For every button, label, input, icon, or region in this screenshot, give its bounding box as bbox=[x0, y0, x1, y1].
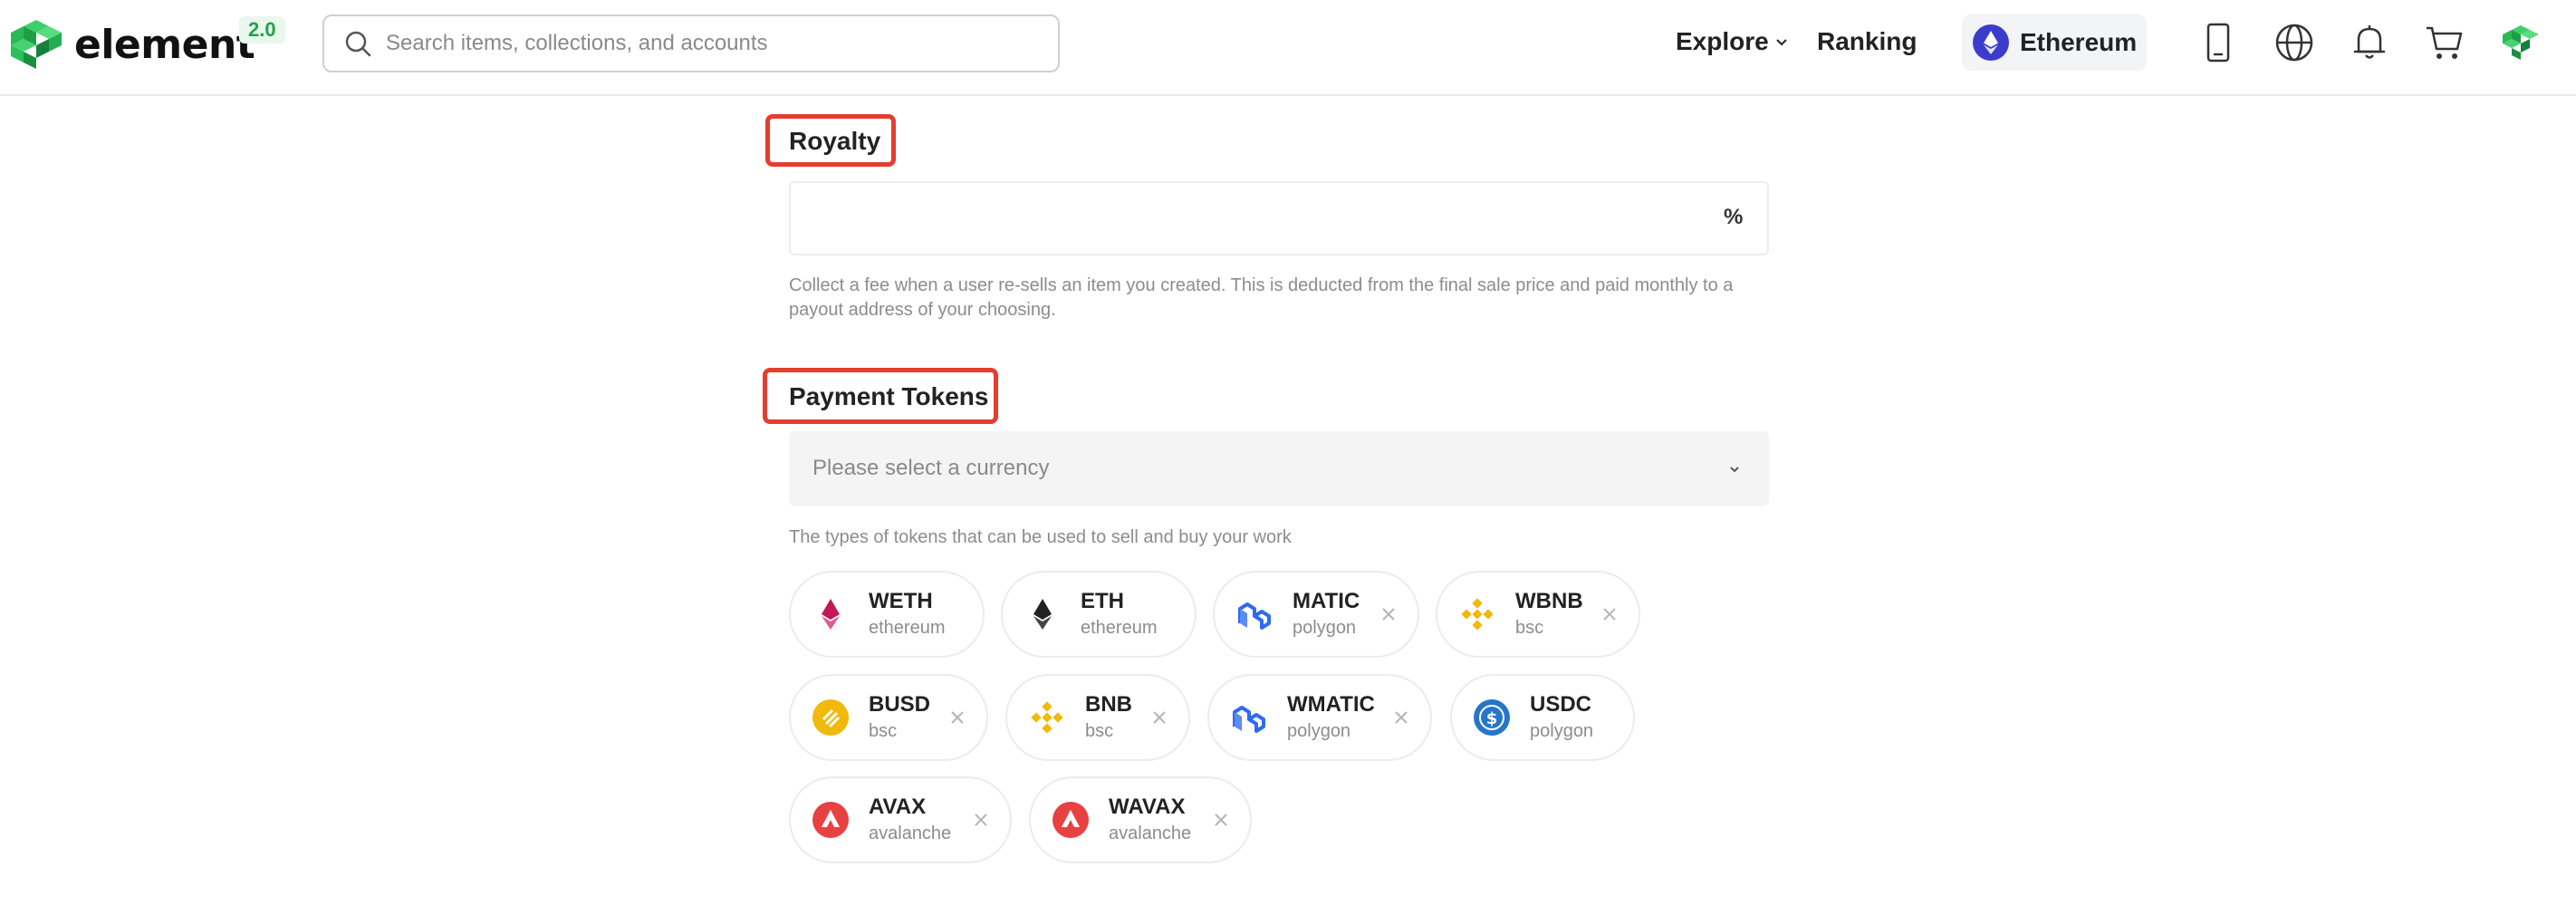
payment-tokens-help-text: The types of tokens that can be used to … bbox=[789, 527, 1292, 547]
nav-explore-label: Explore bbox=[1676, 27, 1769, 55]
avatar-icon[interactable] bbox=[2500, 22, 2542, 63]
avax-icon bbox=[812, 802, 849, 838]
busd-icon bbox=[812, 699, 849, 736]
token-chip-bnb[interactable]: BNB bsc bbox=[1005, 674, 1190, 761]
token-symbol: WAVAX bbox=[1109, 795, 1186, 819]
search-input[interactable] bbox=[386, 31, 1038, 56]
remove-token-icon[interactable] bbox=[1212, 811, 1230, 829]
wbnb-icon bbox=[1461, 598, 1494, 631]
token-chip-wavax[interactable]: WAVAX avalanche bbox=[1029, 776, 1252, 863]
remove-token-icon[interactable] bbox=[1600, 605, 1619, 623]
svg-text:$: $ bbox=[1486, 709, 1498, 728]
remove-token-icon[interactable] bbox=[972, 811, 990, 829]
currency-select[interactable]: Please select a currency bbox=[789, 431, 1769, 506]
token-chip-busd[interactable]: BUSD bsc bbox=[789, 674, 988, 761]
currency-select-placeholder: Please select a currency bbox=[812, 456, 1050, 480]
token-network: bsc bbox=[1515, 618, 1544, 638]
token-network: polygon bbox=[1530, 721, 1594, 741]
token-symbol: ETH bbox=[1081, 589, 1124, 613]
matic-icon bbox=[1238, 602, 1271, 630]
element-logo-icon bbox=[11, 20, 62, 69]
payment-tokens-title: Payment Tokens bbox=[789, 382, 989, 410]
royalty-unit: % bbox=[1724, 205, 1744, 229]
remove-token-icon[interactable] bbox=[1392, 708, 1410, 727]
remove-token-icon[interactable] bbox=[1150, 708, 1168, 727]
chevron-down-icon bbox=[1775, 39, 1787, 46]
nav-explore[interactable]: Explore bbox=[1676, 27, 1789, 56]
token-symbol: USDC bbox=[1530, 692, 1592, 717]
mobile-icon[interactable] bbox=[2197, 22, 2239, 63]
token-chip-wbnb[interactable]: WBNB bsc bbox=[1436, 571, 1640, 658]
search-icon bbox=[345, 31, 371, 57]
token-symbol: AVAX bbox=[869, 795, 927, 819]
remove-token-icon[interactable] bbox=[1379, 605, 1398, 623]
eth-icon bbox=[1033, 599, 1052, 630]
globe-icon[interactable] bbox=[2273, 22, 2315, 63]
chevron-down-icon bbox=[1730, 467, 1739, 473]
token-chip-avax[interactable]: AVAX avalanche bbox=[789, 776, 1012, 863]
token-symbol: WMATIC bbox=[1287, 692, 1375, 717]
nav-ranking[interactable]: Ranking bbox=[1817, 27, 1917, 56]
token-network: avalanche bbox=[1109, 824, 1192, 843]
royalty-title: Royalty bbox=[789, 127, 881, 155]
cart-icon[interactable] bbox=[2424, 22, 2465, 63]
token-network: avalanche bbox=[869, 824, 952, 843]
token-chip-wmatic[interactable]: WMATIC polygon bbox=[1207, 674, 1432, 761]
royalty-input[interactable] bbox=[809, 183, 1715, 252]
token-network: polygon bbox=[1293, 618, 1357, 638]
token-symbol: MATIC bbox=[1293, 589, 1360, 613]
token-network: polygon bbox=[1287, 721, 1351, 741]
token-symbol: BUSD bbox=[869, 692, 931, 717]
version-badge: 2.0 bbox=[239, 16, 285, 43]
token-symbol: BNB bbox=[1085, 692, 1132, 717]
wmatic-icon bbox=[1233, 706, 1265, 733]
token-network: bsc bbox=[869, 721, 898, 741]
chain-selector[interactable]: Ethereum bbox=[1962, 14, 2147, 71]
token-chip-weth[interactable]: WETH ethereum bbox=[789, 571, 985, 658]
token-network: bsc bbox=[1085, 721, 1114, 741]
token-network: ethereum bbox=[869, 618, 946, 638]
wavax-icon bbox=[1053, 802, 1089, 838]
weth-icon bbox=[822, 599, 840, 630]
token-symbol: WBNB bbox=[1515, 589, 1583, 613]
ethereum-icon bbox=[1973, 24, 2009, 61]
token-chip-usdc[interactable]: $ USDC polygon bbox=[1450, 674, 1635, 761]
top-header: element 2.0 Explore Ranking Ethereum bbox=[0, 0, 2576, 96]
remove-token-icon[interactable] bbox=[948, 708, 966, 727]
token-network: ethereum bbox=[1081, 618, 1158, 638]
logo[interactable]: element bbox=[9, 18, 255, 71]
bell-icon[interactable] bbox=[2349, 22, 2390, 63]
token-chip-eth[interactable]: ETH ethereum bbox=[1001, 571, 1197, 658]
token-chip-matic[interactable]: MATIC polygon bbox=[1213, 571, 1419, 658]
logo-text: element bbox=[74, 21, 255, 68]
chain-label: Ethereum bbox=[2020, 28, 2138, 56]
royalty-field[interactable] bbox=[789, 181, 1769, 255]
token-symbol: WETH bbox=[869, 589, 933, 613]
usdc-icon: $ bbox=[1474, 699, 1510, 736]
bnb-icon bbox=[1031, 701, 1063, 734]
search-bar[interactable] bbox=[322, 14, 1060, 72]
royalty-help-text: Collect a fee when a user re-sells an it… bbox=[789, 275, 1734, 320]
